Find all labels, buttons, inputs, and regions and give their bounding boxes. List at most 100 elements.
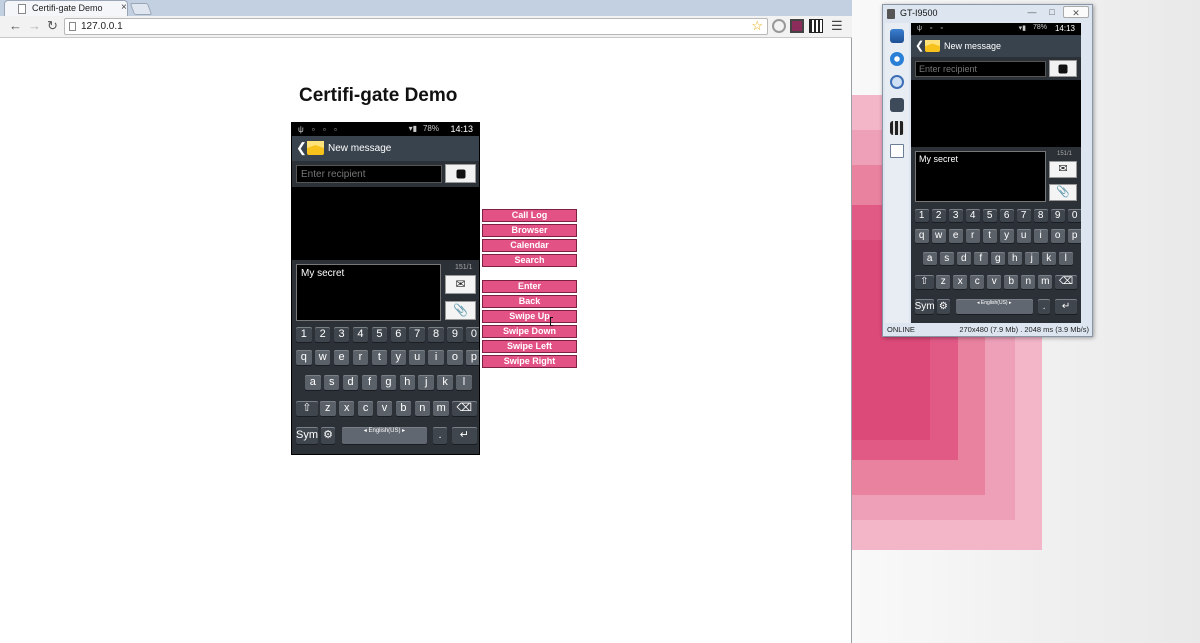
swipe-down-button[interactable]: Swipe Down — [482, 325, 577, 338]
camera-icon[interactable] — [890, 98, 904, 112]
extension-icon[interactable] — [790, 19, 804, 33]
browser-tab[interactable]: Certifi-gate Demo × — [4, 0, 128, 16]
back-chevron-icon[interactable]: ❮ — [296, 140, 307, 156]
document-icon[interactable] — [890, 144, 904, 158]
key-8[interactable]: 8 — [428, 327, 444, 342]
key-5[interactable]: 5 — [982, 208, 997, 223]
key-a[interactable]: a — [922, 251, 937, 266]
key-6[interactable]: 6 — [390, 327, 407, 342]
key-j[interactable]: j — [1024, 251, 1039, 266]
key-5[interactable]: 5 — [371, 327, 388, 342]
key-o[interactable]: o — [1050, 229, 1065, 243]
key-l[interactable]: l — [456, 375, 472, 390]
key-c[interactable]: c — [357, 401, 374, 416]
key-t[interactable]: t — [982, 229, 997, 243]
key-c[interactable]: c — [970, 275, 985, 289]
key-n[interactable]: n — [414, 401, 431, 416]
period-key[interactable]: . — [433, 427, 447, 444]
key-j[interactable]: j — [418, 375, 434, 390]
settings-gear-icon[interactable]: ⚙ — [321, 427, 335, 444]
key-d[interactable]: d — [342, 375, 359, 390]
calendar-button[interactable]: Calendar — [482, 239, 577, 252]
contact-picker-icon[interactable] — [445, 164, 476, 183]
key-y[interactable]: y — [999, 229, 1014, 243]
key-7[interactable]: 7 — [1016, 208, 1031, 223]
extension-icon[interactable] — [772, 19, 786, 33]
key-w[interactable]: w — [931, 229, 946, 243]
key-0[interactable]: 0 — [1067, 208, 1081, 223]
close-tab-icon[interactable]: × — [121, 2, 127, 13]
device-window-titlebar[interactable]: GT-I9500 — □ ✕ — [883, 5, 1092, 22]
star-icon[interactable]: ☆ — [751, 18, 763, 34]
swipe-right-button[interactable]: Swipe Right — [482, 355, 577, 368]
key-4[interactable]: 4 — [352, 327, 369, 342]
key-y[interactable]: y — [390, 350, 407, 365]
key-n[interactable]: n — [1021, 275, 1036, 289]
period-key[interactable]: . — [1037, 298, 1051, 314]
key-i[interactable]: i — [428, 350, 444, 365]
back-button[interactable]: Back — [482, 295, 577, 308]
key-z[interactable]: z — [936, 275, 951, 289]
key-e[interactable]: e — [333, 350, 350, 365]
swipe-left-button[interactable]: Swipe Left — [482, 340, 577, 353]
swipe-up-button[interactable]: Swipe Up — [482, 310, 577, 323]
space-key[interactable]: ◂ English(US) ▸ — [342, 427, 427, 444]
message-compose-field[interactable]: My secret — [915, 151, 1046, 202]
key-8[interactable]: 8 — [1033, 208, 1048, 223]
key-u[interactable]: u — [409, 350, 425, 365]
send-message-icon[interactable]: ✉ — [1049, 161, 1077, 178]
key-w[interactable]: w — [314, 350, 331, 365]
zoom-icon[interactable] — [890, 75, 904, 89]
key-2[interactable]: 2 — [314, 327, 331, 342]
backspace-icon[interactable]: ⌫ — [1055, 275, 1078, 289]
key-h[interactable]: h — [399, 375, 416, 390]
key-6[interactable]: 6 — [999, 208, 1014, 223]
sym-key[interactable]: Sym — [296, 427, 318, 444]
search-button[interactable]: Search — [482, 254, 577, 267]
key-s[interactable]: s — [323, 375, 340, 390]
key-p[interactable]: p — [1067, 229, 1081, 243]
message-compose-field[interactable]: My secret — [296, 264, 441, 321]
forward-icon[interactable]: → — [28, 19, 41, 33]
key-4[interactable]: 4 — [965, 208, 980, 223]
key-b[interactable]: b — [1004, 275, 1019, 289]
key-g[interactable]: g — [990, 251, 1005, 266]
call-log-button[interactable]: Call Log — [482, 209, 577, 222]
key-q[interactable]: q — [296, 350, 312, 365]
phone-screen[interactable]: ψ ▫ ▫ ▫ ▾▮ 78% 14:13 ❮ New message Enter… — [291, 122, 480, 455]
key-m[interactable]: m — [1038, 275, 1053, 289]
new-tab-button[interactable] — [129, 3, 153, 15]
key-u[interactable]: u — [1016, 229, 1031, 243]
minimize-button[interactable]: — — [1023, 6, 1041, 18]
enter-key-icon[interactable]: ↵ — [1055, 298, 1078, 314]
qr-code-icon[interactable] — [809, 19, 823, 33]
key-i[interactable]: i — [1033, 229, 1048, 243]
key-9[interactable]: 9 — [447, 327, 463, 342]
key-3[interactable]: 3 — [948, 208, 963, 223]
key-k[interactable]: k — [1041, 251, 1056, 266]
device-phone-screen[interactable]: ψ ▫ ▫ ▾▮ 78% 14:13 ❮ New message Enter r… — [911, 23, 1081, 323]
send-message-icon[interactable]: ✉ — [445, 275, 476, 294]
key-r[interactable]: r — [965, 229, 980, 243]
maximize-button[interactable]: □ — [1043, 6, 1061, 18]
key-s[interactable]: s — [939, 251, 954, 266]
key-7[interactable]: 7 — [409, 327, 425, 342]
key-0[interactable]: 0 — [466, 327, 479, 342]
recipient-input[interactable]: Enter recipient — [915, 61, 1046, 77]
enter-button[interactable]: Enter — [482, 280, 577, 293]
key-o[interactable]: o — [447, 350, 463, 365]
video-icon[interactable] — [890, 121, 904, 135]
key-t[interactable]: t — [371, 350, 388, 365]
reload-icon[interactable]: ↻ — [47, 19, 58, 33]
key-z[interactable]: z — [320, 401, 336, 416]
key-9[interactable]: 9 — [1050, 208, 1065, 223]
sym-key[interactable]: Sym — [914, 298, 935, 314]
key-1[interactable]: 1 — [296, 327, 312, 342]
key-b[interactable]: b — [395, 401, 412, 416]
browser-button[interactable]: Browser — [482, 224, 577, 237]
key-f[interactable]: f — [361, 375, 378, 390]
key-x[interactable]: x — [953, 275, 968, 289]
phone-icon[interactable] — [890, 29, 904, 43]
key-p[interactable]: p — [466, 350, 479, 365]
key-v[interactable]: v — [987, 275, 1002, 289]
